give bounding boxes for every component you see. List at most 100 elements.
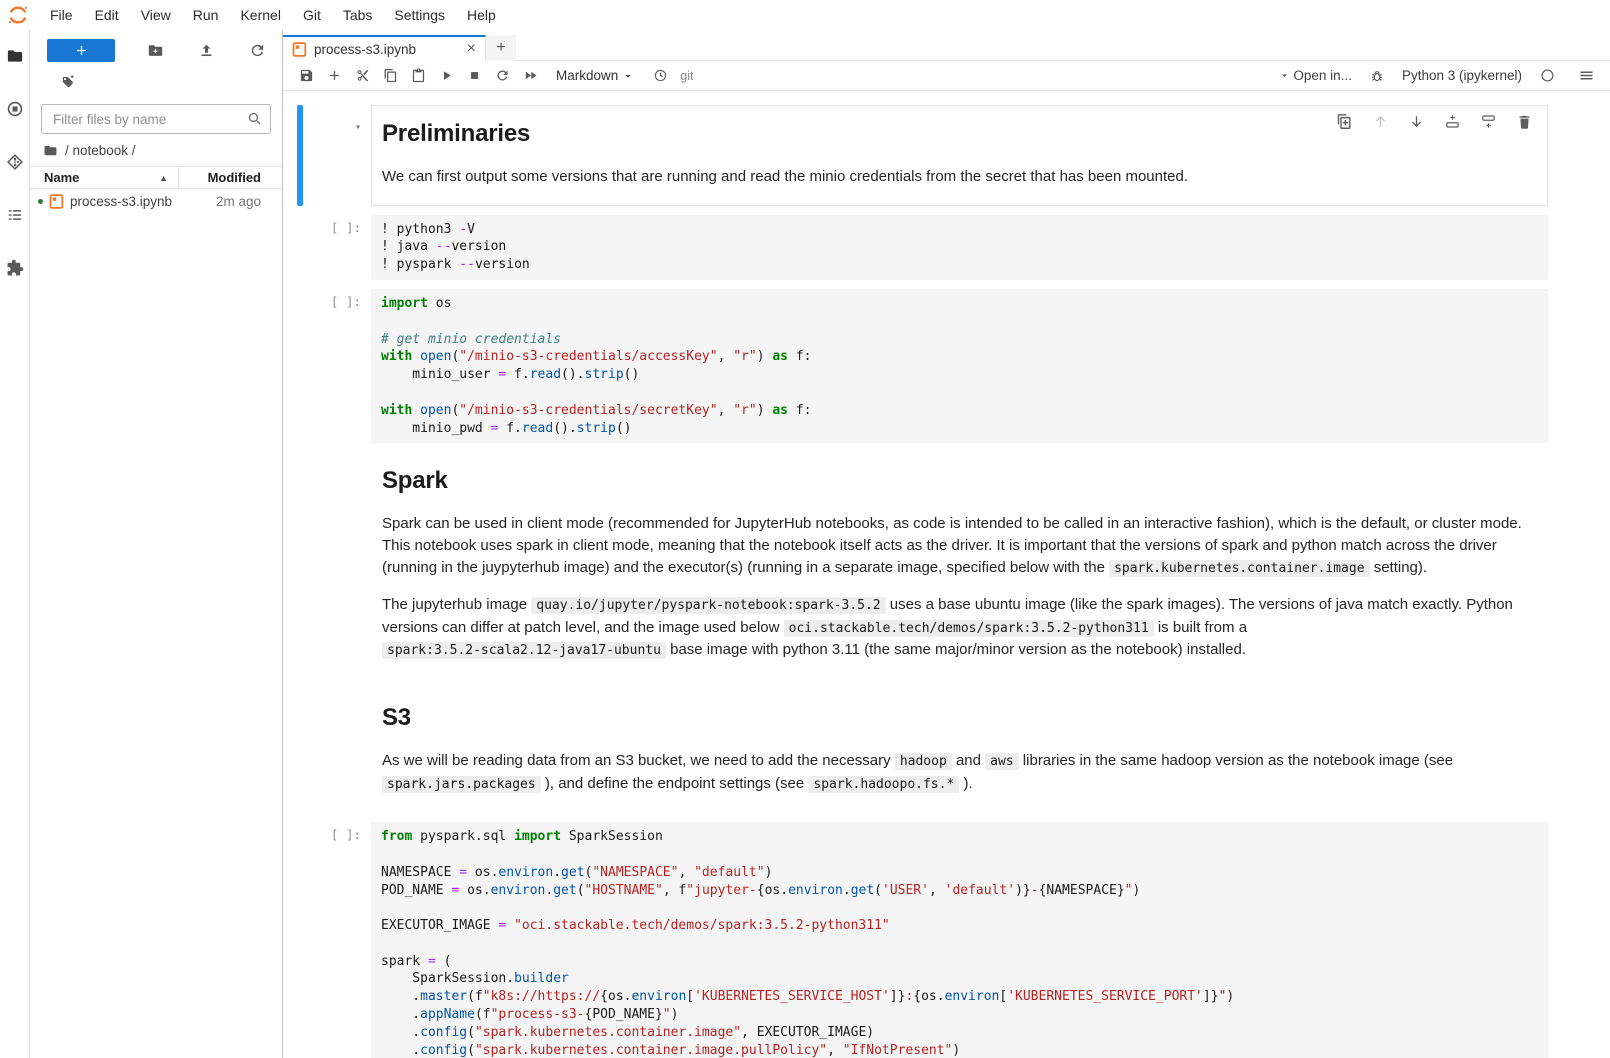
insert-cell-button[interactable] — [320, 64, 348, 88]
code-cell-editor[interactable]: from pyspark.sql import SparkSession NAM… — [371, 822, 1548, 1058]
run-icon — [439, 68, 454, 83]
chevron-down-icon — [1278, 69, 1291, 82]
new-tab-button[interactable]: + — [486, 35, 516, 61]
markdown-cell-rendered[interactable]: S3As we will be reading data from an S3 … — [371, 689, 1548, 813]
markdown-paragraph: The jupyterhub image quay.io/jupyter/pys… — [382, 594, 1535, 662]
kernel-status-icon — [1533, 64, 1561, 88]
duplicate-cell-button[interactable] — [1335, 112, 1353, 130]
hamburger-menu-icon[interactable] — [1572, 64, 1600, 88]
file-filter-input[interactable] — [41, 104, 271, 134]
git-status-label: git — [680, 69, 693, 83]
cell-type-dropdown[interactable]: Markdown — [544, 68, 643, 83]
cell-collapser[interactable] — [297, 289, 303, 443]
open-in-dropdown[interactable]: Open in... — [1278, 68, 1352, 83]
refresh-icon — [249, 42, 266, 59]
cell-collapser[interactable] — [297, 105, 303, 206]
chevron-down-icon — [621, 69, 635, 83]
notebook-cell[interactable]: ▾PreliminariesWe can first output some v… — [297, 105, 1548, 206]
search-icon — [246, 110, 263, 132]
notebook-cell[interactable]: [ ]:! python3 -V! java --version! pyspar… — [297, 215, 1548, 280]
close-tab-icon[interactable]: × — [467, 41, 476, 57]
kernel-name[interactable]: Python 3 (ipykernel) — [1402, 68, 1522, 83]
column-header-name[interactable]: Name ▲ — [30, 167, 178, 188]
menu-git[interactable]: Git — [292, 2, 332, 28]
inline-code: oci.stackable.tech/demos/spark:3.5.2-pyt… — [784, 620, 1154, 637]
inline-code: spark.hadoopo.fs.* — [808, 776, 959, 793]
menu-kernel[interactable]: Kernel — [229, 2, 291, 28]
file-row[interactable]: process-s3.ipynb 2m ago — [30, 189, 282, 214]
execution-time-icon — [653, 68, 668, 83]
git-tab[interactable] — [5, 152, 25, 172]
markdown-paragraph: As we will be reading data from an S3 bu… — [382, 750, 1535, 795]
cell-collapser[interactable] — [297, 452, 303, 680]
new-folder-button[interactable] — [144, 39, 166, 61]
insert-cell-below-button[interactable] — [1479, 112, 1497, 130]
git-icon — [6, 153, 24, 171]
notebook-cell[interactable]: [ ]:from pyspark.sql import SparkSession… — [297, 822, 1548, 1058]
code-cell-editor[interactable]: ! python3 -V! java --version! pyspark --… — [371, 215, 1548, 280]
heading-collapse-caret-icon[interactable]: ▾ — [355, 122, 361, 133]
column-header-modified[interactable]: Modified — [178, 167, 282, 188]
code-line: spark = ( — [381, 953, 1538, 971]
code-line: EXECUTOR_IMAGE = "oci.stackable.tech/dem… — [381, 917, 1538, 935]
cell-toolbar — [1327, 108, 1541, 134]
code-cell-editor[interactable]: import os # get minio credentialswith op… — [371, 289, 1548, 443]
delete-cell-button[interactable] — [1515, 112, 1533, 130]
code-line: # get minio credentials — [381, 331, 1538, 349]
menu-file[interactable]: File — [39, 2, 84, 28]
save-button[interactable] — [292, 64, 320, 88]
menu-help[interactable]: Help — [456, 2, 507, 28]
running-sessions-tab[interactable] — [5, 99, 25, 119]
run-cell-button[interactable] — [432, 64, 460, 88]
file-browser-tab[interactable] — [5, 46, 25, 66]
cell-prompt: ▾ — [307, 105, 371, 206]
new-launcher-button[interactable] — [47, 39, 115, 62]
menu-run[interactable]: Run — [182, 2, 230, 28]
notebook-toolbar: Markdown git Open in... Python 3 (ipyker… — [283, 61, 1610, 91]
running-kernel-dot-icon — [38, 199, 43, 204]
cell-collapser[interactable] — [297, 689, 303, 813]
move-cell-down-button[interactable] — [1407, 112, 1425, 130]
breadcrumb-path: / notebook / — [65, 143, 136, 158]
menu-view[interactable]: View — [130, 2, 182, 28]
inline-code: spark:3.5.2-scala2.12-java17-ubuntu — [382, 642, 666, 659]
cell-collapser[interactable] — [297, 215, 303, 280]
insert-cell-above-button[interactable] — [1443, 112, 1461, 130]
markdown-cell-rendered[interactable]: SparkSpark can be used in client mode (r… — [371, 452, 1548, 680]
toolbar-left-icons — [292, 64, 544, 88]
insbe-icon — [1480, 113, 1497, 130]
insab-icon — [1444, 113, 1461, 130]
notebook-file-icon — [292, 42, 307, 57]
code-line: with open("/minio-s3-credentials/accessK… — [381, 348, 1538, 366]
refresh-file-list-button[interactable] — [246, 39, 268, 61]
menu-tabs[interactable]: Tabs — [332, 2, 384, 28]
notebook-cell[interactable]: [ ]:import os # get minio credentialswit… — [297, 289, 1548, 443]
debugger-bug-icon[interactable] — [1363, 64, 1391, 88]
restart-run-all-button[interactable] — [516, 64, 544, 88]
cell-collapser[interactable] — [297, 822, 303, 1058]
interrupt-kernel-button[interactable] — [460, 64, 488, 88]
menu-settings[interactable]: Settings — [383, 2, 456, 28]
activity-bar — [0, 30, 30, 1058]
cut-cells-button[interactable] — [348, 64, 376, 88]
notebook-cell[interactable]: SparkSpark can be used in client mode (r… — [297, 452, 1548, 680]
copy-cells-button[interactable] — [376, 64, 404, 88]
table-of-contents-tab[interactable] — [5, 205, 25, 225]
menu-edit[interactable]: Edit — [84, 2, 130, 28]
adown-icon — [1408, 113, 1425, 130]
git-clone-tag-icon — [60, 74, 76, 90]
extension-manager-tab[interactable] — [5, 258, 25, 278]
code-line: with open("/minio-s3-credentials/secretK… — [381, 402, 1538, 420]
tab-process-s3[interactable]: process-s3.ipynb × — [283, 35, 486, 61]
notebook-cell[interactable]: S3As we will be reading data from an S3 … — [297, 689, 1548, 813]
file-browser-panel: / notebook / Name ▲ Modified process-s3.… — [30, 30, 283, 1058]
upload-files-button[interactable] — [195, 39, 217, 61]
save-icon — [299, 68, 314, 83]
folder-icon — [43, 143, 58, 158]
restart-kernel-button[interactable] — [488, 64, 516, 88]
git-clone-button[interactable] — [57, 71, 79, 93]
paste-cells-button[interactable] — [404, 64, 432, 88]
dup-icon — [1336, 113, 1353, 130]
breadcrumb[interactable]: / notebook / — [30, 141, 282, 166]
cell-body: import os # get minio credentialswith op… — [371, 289, 1548, 443]
